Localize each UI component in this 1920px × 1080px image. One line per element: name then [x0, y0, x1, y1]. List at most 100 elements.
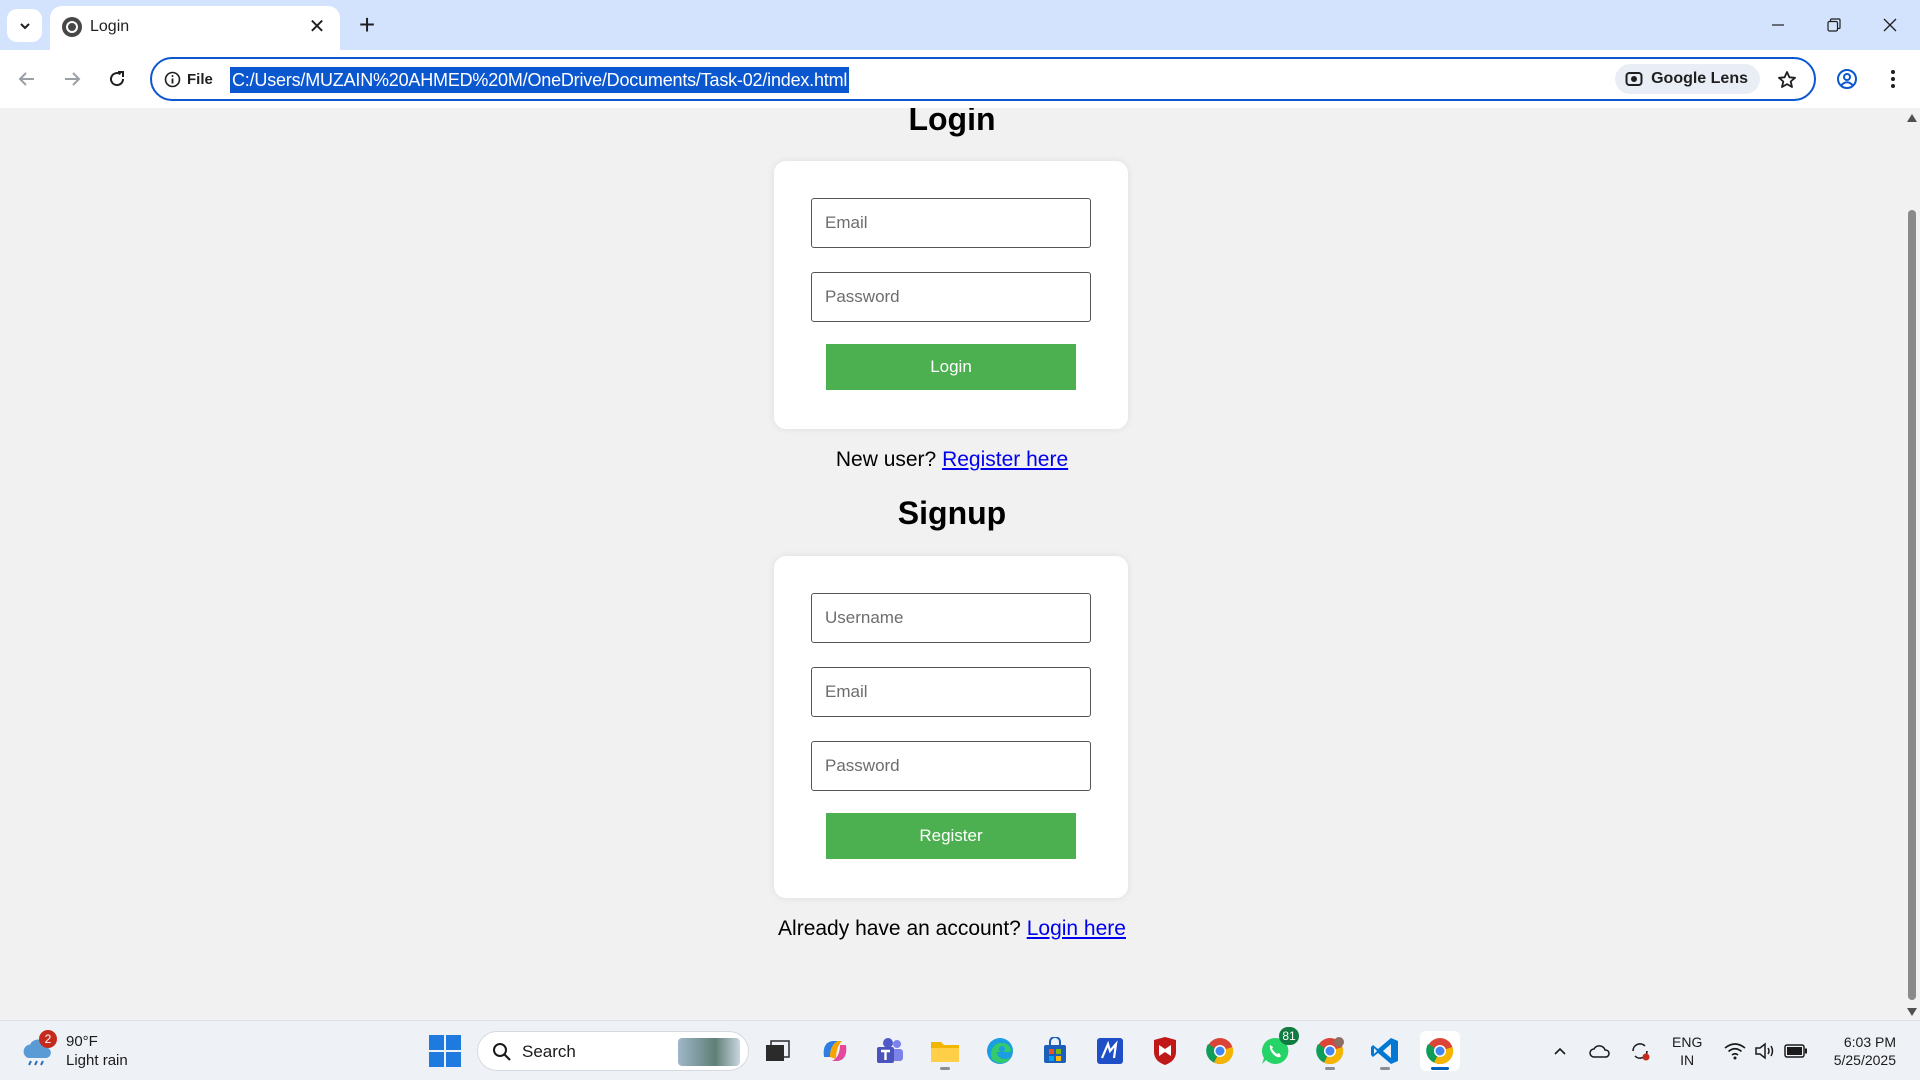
clock[interactable]: 6:03 PM 5/25/2025	[1820, 1033, 1896, 1069]
close-tab-icon[interactable]: ✕	[304, 13, 330, 39]
tab-title: Login	[90, 18, 130, 35]
site-info-chip[interactable]: File	[164, 68, 213, 90]
weather-temperature: 90°F	[66, 1033, 98, 1050]
restore-button[interactable]	[1806, 0, 1862, 50]
lens-icon	[1625, 72, 1643, 86]
running-indicator	[1380, 1067, 1390, 1070]
login-heading: Login	[908, 108, 996, 137]
browser-tab[interactable]: Login ✕	[50, 6, 340, 50]
weather-widget[interactable]: 2 90°F Light rain	[20, 1029, 128, 1073]
chrome-profile-icon	[1316, 1037, 1344, 1065]
volume-tray[interactable]	[1752, 1037, 1778, 1065]
arrow-right-icon	[65, 72, 81, 86]
chrome-profile-app[interactable]	[1310, 1031, 1350, 1071]
weather-description: Light rain	[66, 1052, 128, 1069]
scroll-thumb[interactable]	[1908, 210, 1916, 1000]
login-email-input[interactable]	[811, 198, 1091, 248]
star-icon	[1778, 71, 1796, 88]
address-bar[interactable]: File C:/Users/MUZAIN%20AHMED%20M/OneDriv…	[150, 57, 1816, 101]
taskbar-search[interactable]: Search	[477, 1031, 749, 1071]
tab-search-button[interactable]	[7, 9, 42, 42]
register-prompt-text: New user?	[835, 448, 937, 471]
microsoft-store-app[interactable]	[1035, 1031, 1075, 1071]
login-button[interactable]: Login	[826, 344, 1076, 390]
language-indicator[interactable]: ENG IN	[1672, 1033, 1702, 1069]
chrome-app[interactable]	[1200, 1031, 1240, 1071]
language-primary: ENG	[1672, 1034, 1703, 1050]
mcafee-shield-icon	[1154, 1037, 1176, 1065]
start-button[interactable]	[429, 1035, 461, 1067]
signup-card: Register	[774, 556, 1128, 898]
chrome-active-app[interactable]	[1420, 1031, 1460, 1071]
close-window-button[interactable]	[1862, 0, 1918, 50]
math-app-icon	[1097, 1038, 1123, 1064]
weather-alert-badge: 2	[39, 1030, 57, 1048]
rain-cloud-icon: 2	[20, 1030, 57, 1066]
profile-button[interactable]	[1830, 62, 1864, 96]
onedrive-tray[interactable]	[1586, 1037, 1614, 1065]
wifi-icon	[1724, 1043, 1746, 1060]
new-tab-button[interactable]: +	[350, 8, 384, 42]
signup-username-input[interactable]	[811, 593, 1091, 643]
clock-time: 6:03 PM	[1843, 1034, 1896, 1050]
network-tray[interactable]	[1722, 1037, 1748, 1065]
bookmark-button[interactable]	[1772, 65, 1802, 95]
signup-heading: Signup	[897, 495, 1007, 531]
sync-tray[interactable]	[1626, 1037, 1654, 1065]
edge-app[interactable]	[980, 1031, 1020, 1071]
battery-tray[interactable]	[1782, 1037, 1810, 1065]
math-app[interactable]	[1090, 1031, 1130, 1071]
windows-logo-icon	[429, 1035, 444, 1050]
forward-button[interactable]	[54, 61, 90, 97]
teams-app[interactable]	[870, 1031, 910, 1071]
login-card: Login	[774, 161, 1128, 429]
back-button[interactable]	[9, 61, 45, 97]
scroll-down-arrow-icon[interactable]	[1907, 1008, 1917, 1016]
sync-icon	[1632, 1043, 1650, 1061]
register-prompt: New user? Register here	[0, 448, 1904, 472]
browser-toolbar: File C:/Users/MUZAIN%20AHMED%20M/OneDriv…	[0, 50, 1920, 108]
copilot-app[interactable]	[815, 1031, 855, 1071]
mcafee-app[interactable]	[1145, 1031, 1185, 1071]
chrome-icon	[1426, 1038, 1454, 1065]
globe-icon	[62, 17, 82, 37]
google-lens-button[interactable]: Google Lens	[1615, 64, 1760, 94]
reload-icon	[110, 71, 125, 87]
login-password-input[interactable]	[811, 272, 1091, 322]
scroll-up-arrow-icon[interactable]	[1907, 114, 1917, 122]
vscode-app[interactable]	[1365, 1031, 1405, 1071]
windows-logo-pane	[446, 1035, 461, 1050]
signup-password-input[interactable]	[811, 741, 1091, 791]
register-button[interactable]: Register	[826, 813, 1076, 859]
task-view-button[interactable]	[758, 1031, 798, 1071]
signup-email-input[interactable]	[811, 667, 1091, 717]
vscode-icon	[1371, 1038, 1398, 1064]
url-text[interactable]: C:/Users/MUZAIN%20AHMED%20M/OneDrive/Doc…	[230, 67, 850, 93]
taskbar: 2 90°F Light rain Search 81 ENG IN 6:03 …	[0, 1020, 1920, 1080]
copilot-icon	[823, 1041, 847, 1061]
site-chip-label: File	[187, 70, 213, 88]
whatsapp-app[interactable]: 81	[1255, 1027, 1299, 1071]
edge-icon	[987, 1038, 1013, 1064]
file-explorer-app[interactable]	[925, 1031, 965, 1071]
page-scrollbar[interactable]	[1904, 108, 1920, 1020]
login-prompt: Already have an account? Login here	[0, 917, 1904, 941]
account-icon	[1837, 69, 1857, 89]
browser-menu-button[interactable]	[1876, 62, 1910, 96]
login-link[interactable]: Login here	[1027, 917, 1126, 940]
chevron-up-icon	[1554, 1047, 1566, 1055]
reload-button[interactable]	[99, 61, 135, 97]
restore-icon	[1827, 18, 1841, 32]
show-hidden-icons-button[interactable]	[1548, 1037, 1572, 1065]
minimize-button[interactable]	[1750, 0, 1806, 50]
search-icon	[493, 1043, 511, 1061]
page-viewport: Login Login New user? Register here Sign…	[0, 108, 1904, 1020]
close-icon	[1883, 18, 1897, 32]
search-label: Search	[522, 1042, 576, 1061]
whatsapp-unread-badge: 81	[1279, 1027, 1299, 1045]
register-link[interactable]: Register here	[942, 448, 1068, 471]
search-highlight-image	[678, 1038, 740, 1066]
store-icon	[1044, 1037, 1066, 1063]
windows-logo-pane	[446, 1052, 461, 1067]
folder-icon	[931, 1042, 959, 1062]
